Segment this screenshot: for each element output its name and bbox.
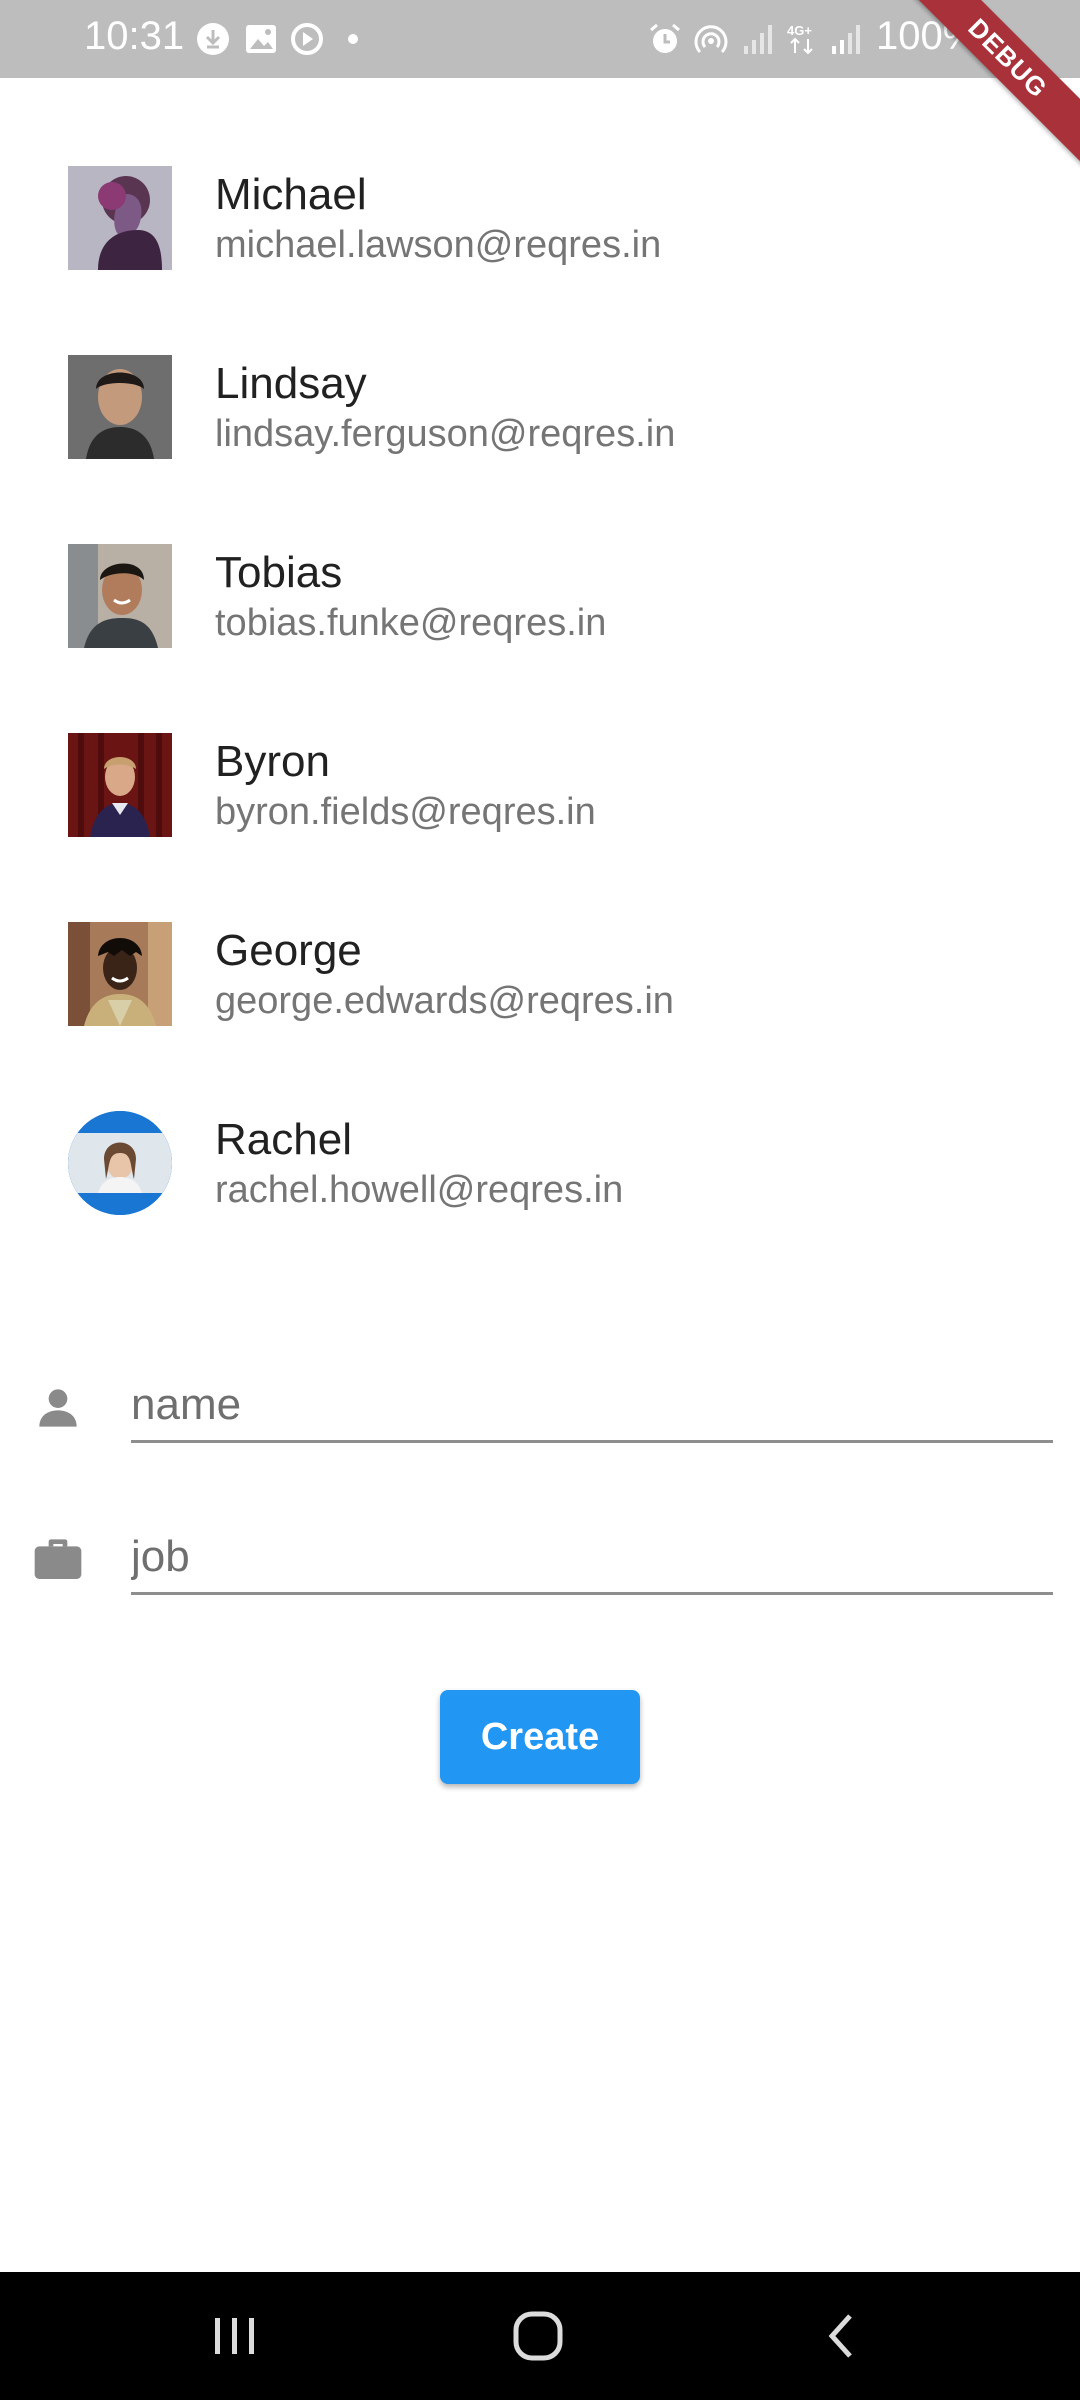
user-name: Lindsay <box>215 359 367 408</box>
media-icon <box>291 23 323 55</box>
user-name: Rachel <box>215 1115 352 1164</box>
list-item[interactable]: George george.edwards@reqres.in <box>0 906 1080 1076</box>
user-email: lindsay.ferguson@reqres.in <box>215 413 676 455</box>
job-input[interactable] <box>131 1522 1053 1595</box>
george-avatar <box>68 922 172 1026</box>
tobias-avatar <box>68 544 172 648</box>
signal-icon <box>832 25 860 54</box>
briefcase-icon <box>34 1539 82 1579</box>
dot-icon <box>348 34 358 44</box>
data-4g-icon: 4G+ <box>787 23 813 55</box>
home-icon[interactable] <box>508 2306 568 2366</box>
user-email: rachel.howell@reqres.in <box>215 1169 624 1211</box>
user-name: George <box>215 926 362 975</box>
user-name: Michael <box>215 170 367 219</box>
status-time: 10:31 <box>84 14 185 58</box>
back-icon[interactable] <box>812 2306 872 2366</box>
user-email: michael.lawson@reqres.in <box>215 224 662 266</box>
user-email: byron.fields@reqres.in <box>215 791 596 833</box>
user-email: tobias.funke@reqres.in <box>215 602 607 644</box>
svg-text:4G+: 4G+ <box>787 23 812 38</box>
user-name: Byron <box>215 737 330 786</box>
list-item[interactable]: Michael michael.lawson@reqres.in <box>0 150 1080 320</box>
name-input[interactable] <box>131 1370 1053 1443</box>
download-icon <box>197 23 229 55</box>
user-email: george.edwards@reqres.in <box>215 980 674 1022</box>
status-bar: 10:31 4G+ 100% <box>0 0 1080 78</box>
user-name: Tobias <box>215 548 343 597</box>
create-button[interactable]: Create <box>440 1690 640 1784</box>
recents-icon[interactable] <box>205 2306 265 2366</box>
image-icon <box>246 25 276 53</box>
byron-avatar <box>68 733 172 837</box>
michael-avatar <box>68 166 172 270</box>
list-item[interactable]: Byron byron.fields@reqres.in <box>0 717 1080 887</box>
lindsay-avatar <box>68 355 172 459</box>
hotspot-icon <box>694 25 728 54</box>
rachel-avatar <box>68 1111 172 1215</box>
navigation-bar <box>0 2272 1080 2400</box>
list-item[interactable]: Lindsay lindsay.ferguson@reqres.in <box>0 339 1080 509</box>
list-item[interactable]: Rachel rachel.howell@reqres.in <box>0 1095 1080 1265</box>
person-icon <box>39 1389 77 1427</box>
signal-icon <box>744 25 772 54</box>
alarm-icon <box>650 23 680 53</box>
list-item[interactable]: Tobias tobias.funke@reqres.in <box>0 528 1080 698</box>
